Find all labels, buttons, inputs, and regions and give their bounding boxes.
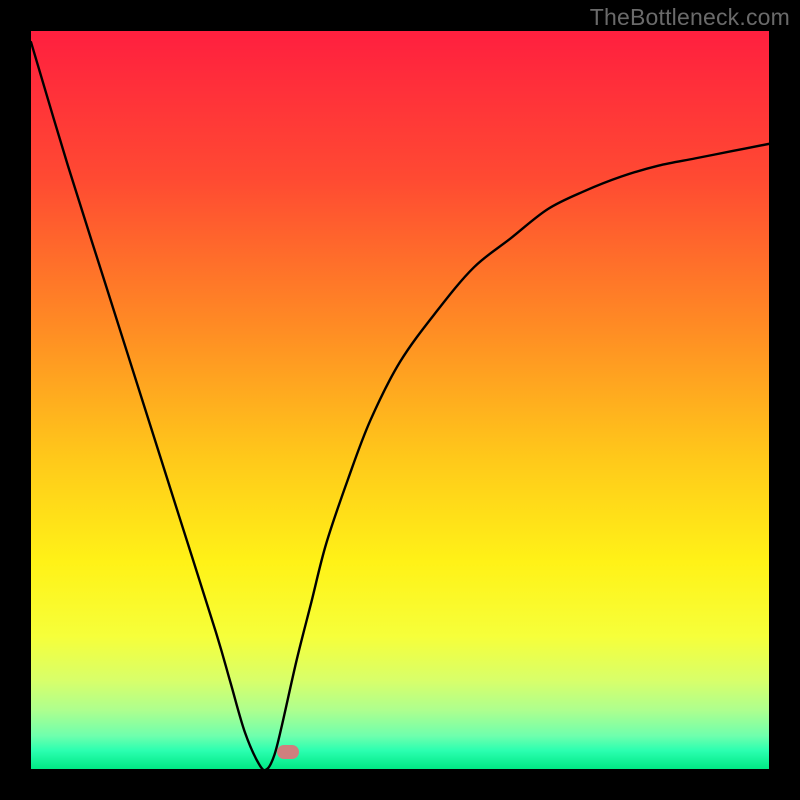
bottleneck-curve: [31, 31, 769, 769]
chart-frame: TheBottleneck.com: [0, 0, 800, 800]
plot-area: [31, 31, 769, 769]
watermark-text: TheBottleneck.com: [590, 4, 790, 31]
minimum-marker: [277, 745, 299, 759]
